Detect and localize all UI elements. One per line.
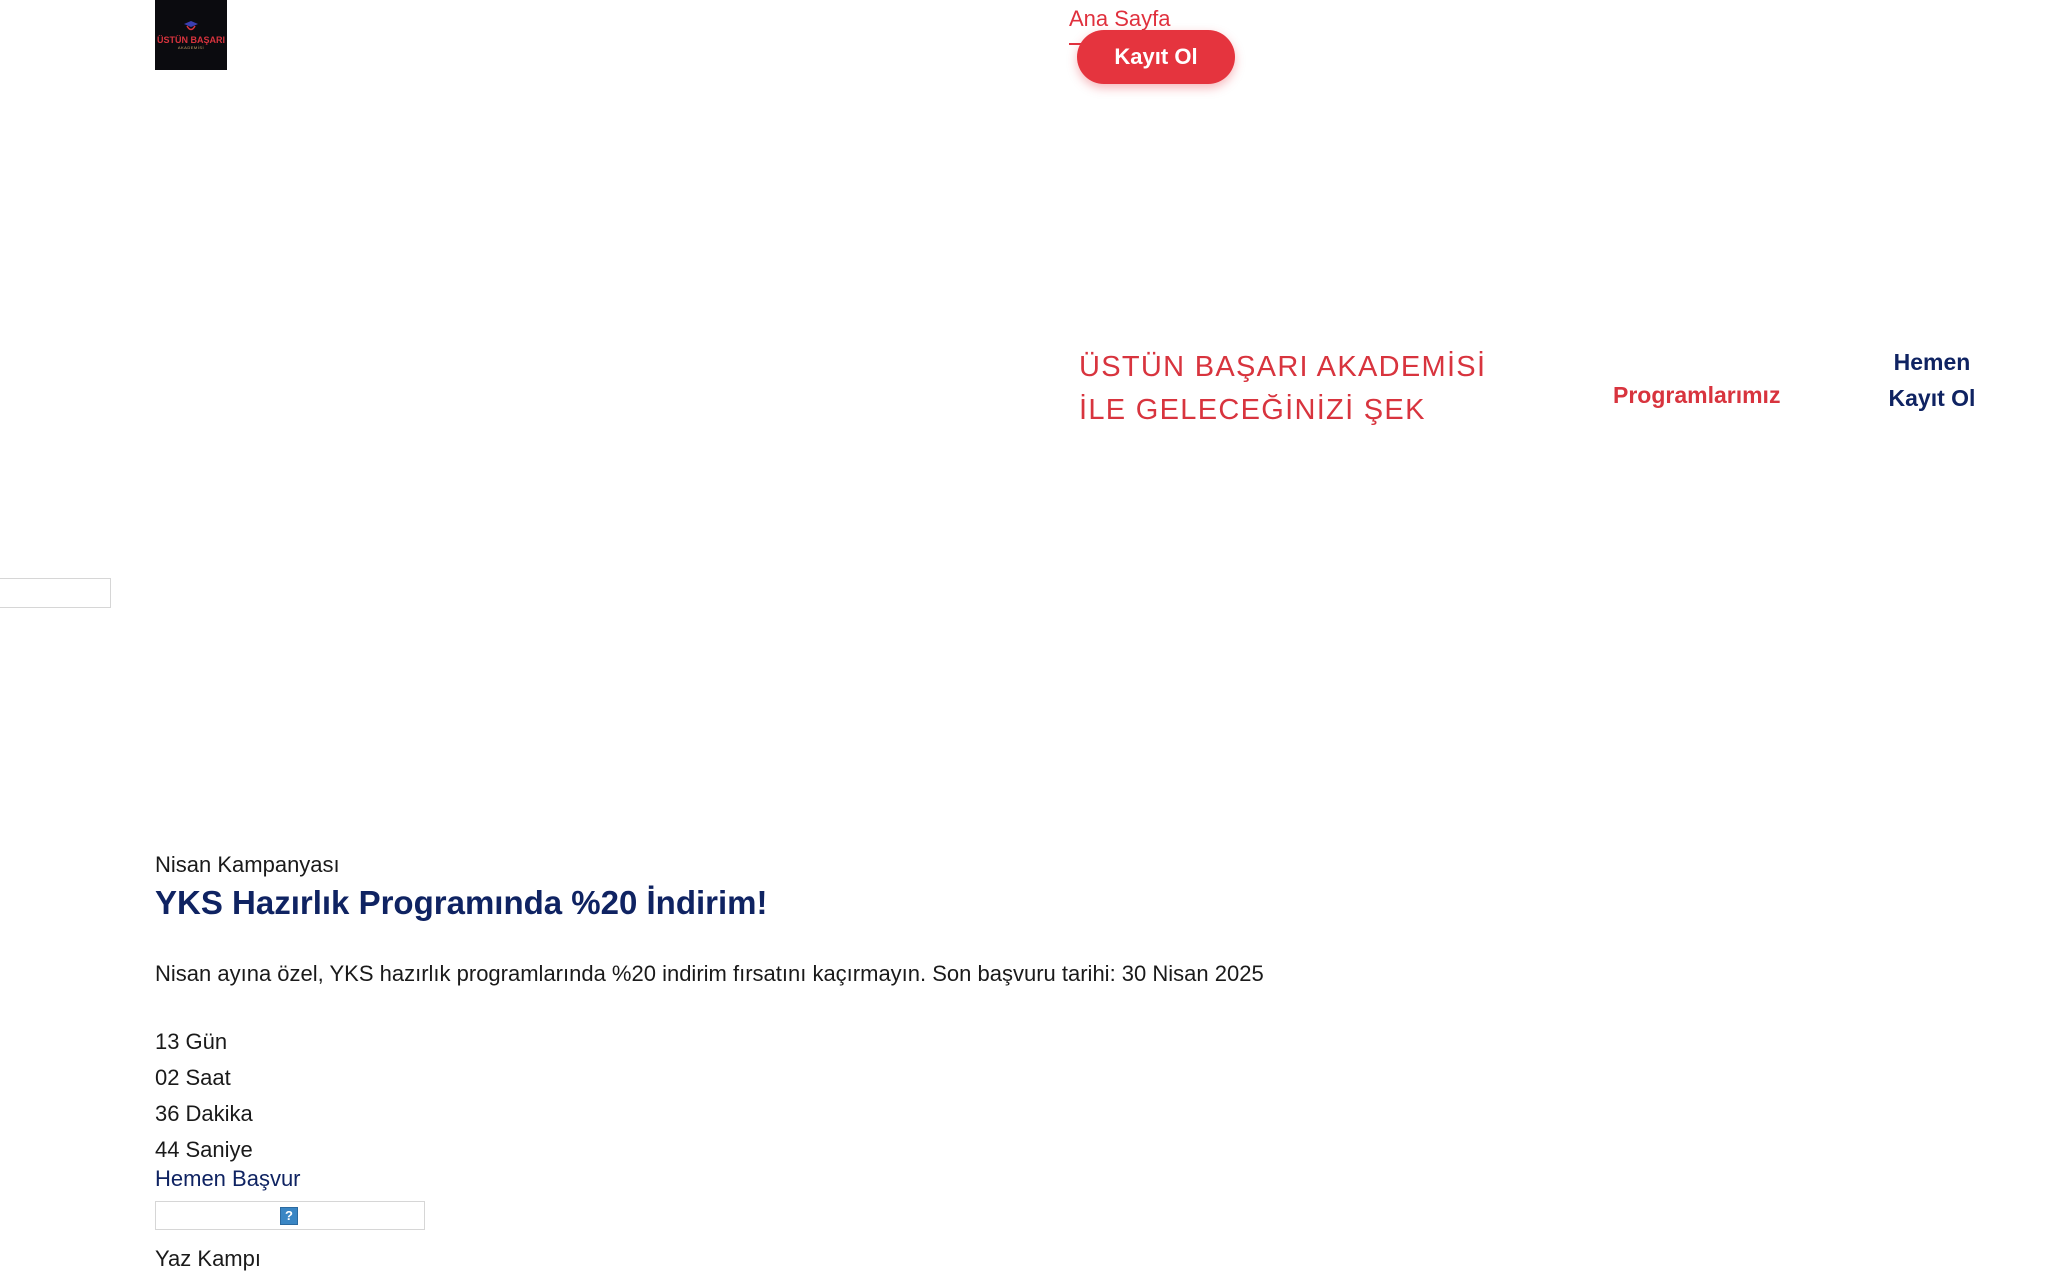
countdown-timer: 13 Gün 02 Saat 36 Dakika 44 Saniye <box>155 1024 455 1168</box>
countdown-unit: Saat <box>185 1065 231 1090</box>
countdown-minutes: 36 Dakika <box>155 1096 455 1132</box>
countdown-hours: 02 Saat <box>155 1060 455 1096</box>
campaign-description: Nisan ayına özel, YKS hazırlık programla… <box>155 961 1264 986</box>
countdown-value: 44 <box>155 1137 180 1162</box>
campaign-title: YKS Hazırlık Programında %20 İndirim! <box>155 884 768 921</box>
register-button[interactable]: Kayıt Ol <box>1077 30 1235 84</box>
countdown-value: 36 <box>155 1101 180 1126</box>
site-logo[interactable]: ÜSTÜN BAŞARI AKADEMİSİ <box>155 0 227 70</box>
campaign-label: Nisan Kampanyası <box>155 852 340 877</box>
broken-image-frame: ? <box>155 1201 425 1230</box>
programs-link[interactable]: Programlarımız <box>1613 382 1780 409</box>
hero-title: ÜSTÜN BAŞARI AKADEMİSİ İLE GELECEĞİNİZİ … <box>1079 351 1487 426</box>
countdown-seconds: 44 Saniye <box>155 1132 455 1168</box>
countdown-value: 02 <box>155 1065 180 1090</box>
logo-subtext: AKADEMİSİ <box>177 45 205 50</box>
empty-input-box[interactable] <box>0 578 111 608</box>
logo-text: ÜSTÜN BAŞARI <box>156 35 225 45</box>
next-section-label: Yaz Kampı <box>155 1246 261 1271</box>
hero-register-link[interactable]: Hemen Kayıt Ol <box>1880 344 1984 416</box>
countdown-unit: Dakika <box>185 1101 253 1126</box>
countdown-value: 13 <box>155 1029 180 1054</box>
broken-image-icon: ? <box>280 1207 298 1225</box>
countdown-unit: Saniye <box>185 1137 253 1162</box>
countdown-unit: Gün <box>185 1029 228 1054</box>
countdown-days: 13 Gün <box>155 1024 455 1060</box>
nav-home-link[interactable]: Ana Sayfa <box>1069 6 1171 32</box>
graduation-logo-icon <box>184 21 198 31</box>
apply-now-link[interactable]: Hemen Başvur <box>155 1166 301 1192</box>
